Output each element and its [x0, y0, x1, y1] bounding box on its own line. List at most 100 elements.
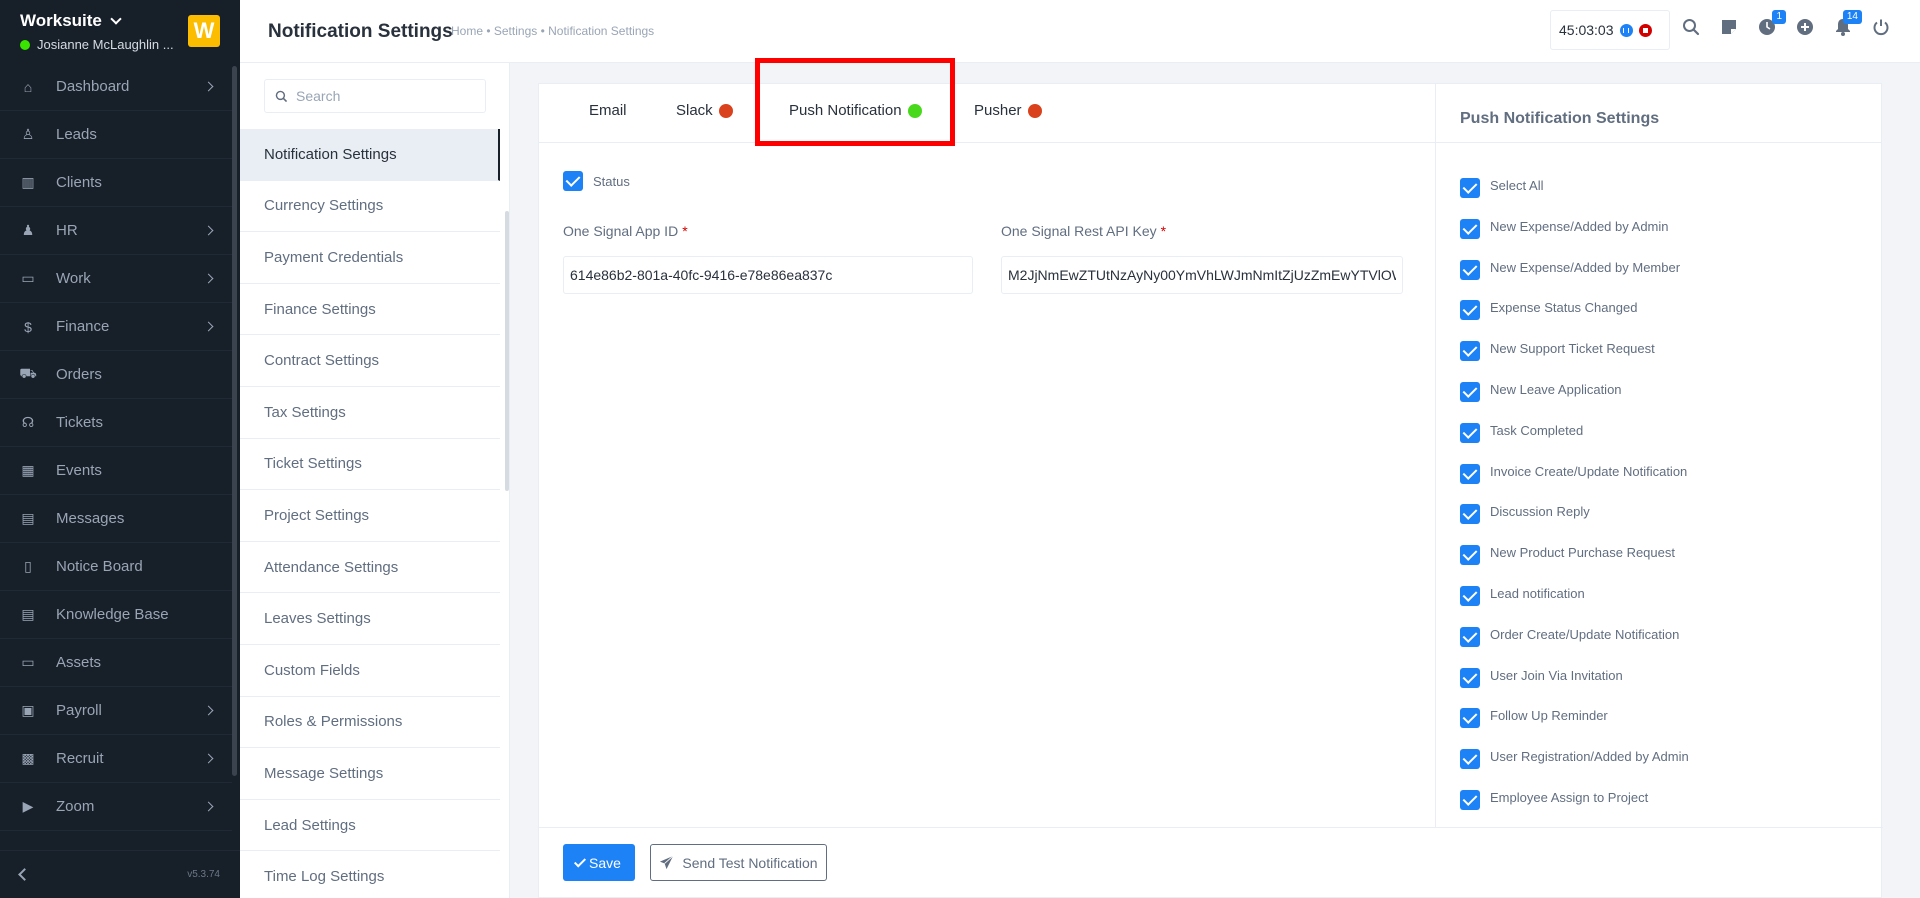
settings-menu-item[interactable]: Time Log Settings — [240, 851, 500, 898]
settings-menu-item[interactable]: Finance Settings — [240, 284, 500, 336]
tab-email[interactable]: Email — [589, 102, 627, 119]
settings-menu-item[interactable]: Custom Fields — [240, 645, 500, 697]
settings-menu-item[interactable]: Currency Settings — [240, 181, 500, 233]
sidebar-item-clients[interactable]: ▥ Clients — [0, 159, 232, 207]
option-checkbox[interactable] — [1460, 300, 1480, 321]
option-checkbox[interactable] — [1460, 259, 1480, 280]
settings-menu-item[interactable]: Notification Settings — [240, 129, 500, 181]
settings-menu-item[interactable]: Attendance Settings — [240, 542, 500, 594]
status-checkbox-row[interactable]: Status — [563, 171, 630, 191]
option-checkbox[interactable] — [1460, 463, 1480, 484]
settings-menu-item[interactable]: Roles & Permissions — [240, 697, 500, 749]
option-checkbox[interactable] — [1460, 585, 1480, 606]
notification-option[interactable]: Task Completed — [1460, 421, 1689, 462]
sidebar-item-tickets[interactable]: ☊ Tickets — [0, 399, 232, 447]
chevron-down-icon — [110, 13, 122, 25]
sidebar-item-notice-board[interactable]: ▯ Notice Board — [0, 543, 232, 591]
notification-option[interactable]: User Registration/Added by Admin — [1460, 747, 1689, 788]
notification-option[interactable]: New Support Ticket Request — [1460, 339, 1689, 380]
pause-timer-icon[interactable] — [1619, 23, 1633, 37]
sidebar-item-payroll[interactable]: ▣ Payroll — [0, 687, 232, 735]
search-icon[interactable] — [1680, 16, 1702, 38]
sidebar-item-recruit[interactable]: ▩ Recruit — [0, 735, 232, 783]
option-checkbox[interactable] — [1460, 667, 1480, 688]
headset-icon: ☊ — [21, 414, 35, 430]
tab-slack[interactable]: Slack — [676, 102, 733, 119]
option-label: Invoice Create/Update Notification — [1490, 463, 1688, 479]
option-label: Select All — [1490, 178, 1544, 193]
notification-option[interactable]: New Leave Application — [1460, 380, 1689, 421]
notification-option[interactable]: Discussion Reply — [1460, 502, 1689, 543]
tab-push-notification[interactable]: Push Notification — [789, 102, 922, 119]
tab-pusher[interactable]: Pusher — [974, 102, 1042, 119]
option-checkbox[interactable] — [1460, 749, 1480, 770]
settings-menu-item[interactable]: Leaves Settings — [240, 593, 500, 645]
option-checkbox[interactable] — [1460, 381, 1480, 402]
settings-menu-item[interactable]: Payment Credentials — [240, 232, 500, 284]
sidebar-scrollbar[interactable] — [232, 66, 237, 776]
option-checkbox[interactable] — [1460, 341, 1480, 362]
sidebar-item-label: Dashboard — [56, 78, 130, 95]
settings-menu-item[interactable]: Tax Settings — [240, 387, 500, 439]
option-checkbox[interactable] — [1460, 218, 1480, 239]
save-button[interactable]: Save — [563, 844, 635, 881]
sidebar-item-work[interactable]: ▭ Work — [0, 255, 232, 303]
sidebar-item-finance[interactable]: $ Finance — [0, 303, 232, 351]
stop-timer-icon[interactable] — [1638, 23, 1652, 37]
settings-menu-scrollbar[interactable] — [505, 211, 509, 491]
option-checkbox[interactable] — [1460, 789, 1480, 810]
api-key-input[interactable] — [1001, 256, 1403, 294]
sticky-note-icon[interactable] — [1718, 16, 1740, 38]
option-checkbox[interactable] — [1460, 626, 1480, 647]
status-checkbox[interactable] — [563, 171, 583, 191]
sidebar-item-messages[interactable]: ▤ Messages — [0, 495, 232, 543]
option-label: Order Create/Update Notification — [1490, 626, 1680, 642]
power-icon[interactable] — [1870, 16, 1892, 38]
notification-option[interactable]: Lead notification — [1460, 584, 1689, 625]
settings-menu-item[interactable]: Ticket Settings — [240, 439, 500, 491]
notification-option[interactable]: New Product Purchase Request — [1460, 543, 1689, 584]
send-test-notification-button[interactable]: Send Test Notification — [650, 844, 827, 881]
option-checkbox[interactable] — [1460, 545, 1480, 566]
app-id-input[interactable] — [563, 256, 973, 294]
settings-menu-item[interactable]: Lead Settings — [240, 800, 500, 852]
bell-icon[interactable]: 14 — [1832, 10, 1862, 38]
sidebar-header[interactable]: Worksuite Josianne McLaughlin ... W — [0, 0, 240, 63]
notification-option[interactable]: New Expense/Added by Admin — [1460, 217, 1689, 258]
settings-search[interactable] — [264, 79, 486, 113]
notification-option[interactable]: Order Create/Update Notification — [1460, 625, 1689, 666]
settings-search-input[interactable] — [296, 88, 476, 104]
sidebar-item-leads[interactable]: ♙ Leads — [0, 111, 232, 159]
notification-option[interactable]: Expense Status Changed — [1460, 298, 1689, 339]
option-checkbox[interactable] — [1460, 422, 1480, 443]
notification-option[interactable]: Select All — [1460, 176, 1689, 217]
sidebar-item-label: Work — [56, 270, 91, 287]
paper-plane-icon — [660, 855, 674, 870]
sidebar-item-assets[interactable]: ▭ Assets — [0, 639, 232, 687]
sidebar-item-zoom[interactable]: ▶ Zoom — [0, 783, 232, 831]
notification-option[interactable]: Invoice Create/Update Notification — [1460, 462, 1689, 503]
option-checkbox[interactable] — [1460, 708, 1480, 729]
settings-menu-item[interactable]: Project Settings — [240, 490, 500, 542]
collapse-sidebar-icon[interactable] — [18, 868, 31, 881]
notification-option[interactable]: Follow Up Reminder — [1460, 706, 1689, 747]
option-label: New Leave Application — [1490, 381, 1622, 397]
option-checkbox[interactable] — [1460, 178, 1480, 198]
notification-option[interactable]: User Join Via Invitation — [1460, 666, 1689, 707]
settings-menu-item[interactable]: Contract Settings — [240, 335, 500, 387]
option-checkbox[interactable] — [1460, 504, 1480, 525]
sidebar-item-label: Assets — [56, 654, 102, 671]
sidebar-item-hr[interactable]: ♟ HR — [0, 207, 232, 255]
notification-option[interactable]: New Expense/Added by Member — [1460, 258, 1689, 299]
sidebar-item-orders[interactable]: ⛟ Orders — [0, 351, 232, 399]
settings-menu-item[interactable]: Message Settings — [240, 748, 500, 800]
briefcase-icon: ▭ — [21, 270, 35, 286]
sidebar-item-dashboard[interactable]: ⌂ Dashboard — [0, 63, 232, 111]
notification-option[interactable]: Employee Assign to Project — [1460, 788, 1689, 827]
sidebar-item-events[interactable]: ▦ Events — [0, 447, 232, 495]
clock-icon[interactable]: 1 — [1756, 10, 1786, 38]
active-timer[interactable]: 45:03:03 — [1550, 10, 1670, 50]
sidebar-item-knowledge-base[interactable]: ▤ Knowledge Base — [0, 591, 232, 639]
sidebar-item-label: Messages — [56, 510, 125, 527]
add-icon[interactable] — [1794, 16, 1816, 38]
